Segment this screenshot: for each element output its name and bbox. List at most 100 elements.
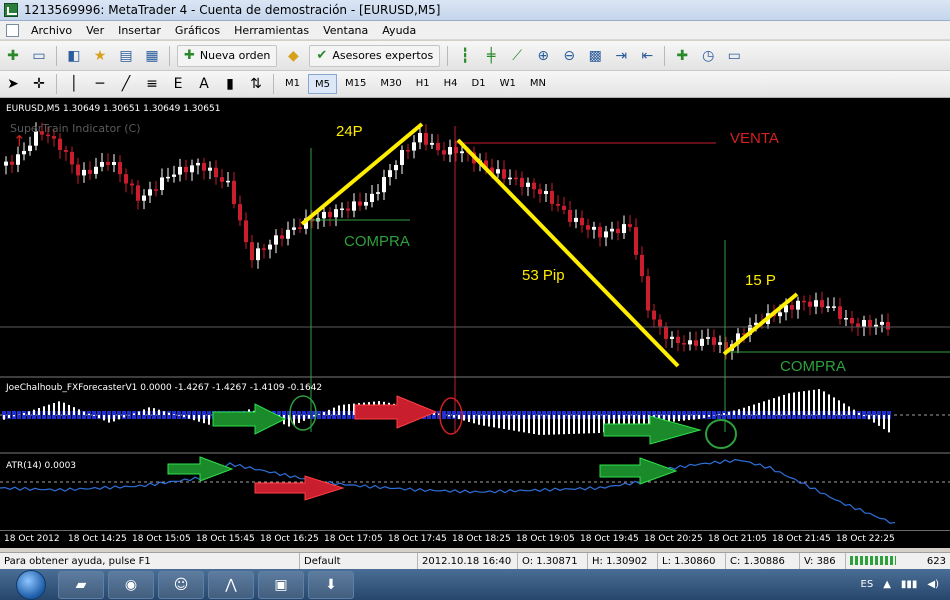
time-label: 18 Oct 17:05 bbox=[324, 534, 383, 544]
candle-body bbox=[334, 209, 338, 218]
timeframe-mn[interactable]: MN bbox=[524, 74, 552, 94]
candle-body bbox=[586, 225, 590, 230]
candle-body bbox=[874, 324, 878, 327]
menu-ventana[interactable]: Ventana bbox=[316, 21, 375, 40]
trendline-icon[interactable]: ╱ bbox=[115, 73, 137, 95]
timeframe-h1[interactable]: H1 bbox=[410, 74, 436, 94]
candle-chart-icon[interactable]: ╪ bbox=[480, 45, 502, 67]
tester-icon[interactable]: ▦ bbox=[141, 45, 163, 67]
chart-shift-icon[interactable]: ⇤ bbox=[636, 45, 658, 67]
market-watch-icon[interactable]: ◧ bbox=[63, 45, 85, 67]
candle-body bbox=[190, 165, 194, 173]
zoom-in-icon[interactable]: ⊕ bbox=[532, 45, 554, 67]
candle-body bbox=[514, 177, 518, 180]
candle-body bbox=[826, 306, 830, 308]
crosshair-icon[interactable]: ✛ bbox=[28, 73, 50, 95]
timeframe-d1[interactable]: D1 bbox=[466, 74, 492, 94]
indicators-icon[interactable]: ✚ bbox=[671, 45, 693, 67]
candle-body bbox=[832, 306, 836, 308]
navigator-icon[interactable]: ★ bbox=[89, 45, 111, 67]
metaeditor-icon[interactable]: ◆ bbox=[282, 45, 304, 67]
annotation-compra-2: COMPRA bbox=[780, 358, 846, 375]
status-low: L: 1.30860 bbox=[658, 552, 726, 570]
start-button[interactable] bbox=[16, 569, 46, 600]
text-icon[interactable]: A bbox=[193, 73, 215, 95]
time-label: 18 Oct 16:25 bbox=[260, 534, 319, 544]
horizontal-line-icon[interactable]: ─ bbox=[89, 73, 111, 95]
timeframe-m15[interactable]: M15 bbox=[339, 74, 372, 94]
menu-ver[interactable]: Ver bbox=[79, 21, 111, 40]
timeframe-w1[interactable]: W1 bbox=[494, 74, 522, 94]
explorer-task-icon[interactable]: ▰ bbox=[58, 570, 104, 599]
menu-ayuda[interactable]: Ayuda bbox=[375, 21, 423, 40]
candle-body bbox=[610, 228, 614, 232]
auto-scroll-icon[interactable]: ⇥ bbox=[610, 45, 632, 67]
new-chart-icon[interactable]: ✚ bbox=[2, 45, 24, 67]
candle-body bbox=[136, 185, 140, 201]
candle-body bbox=[598, 226, 602, 238]
label-icon[interactable]: ▮ bbox=[219, 73, 241, 95]
candle-body bbox=[502, 169, 506, 179]
volume-icon[interactable]: ◀) bbox=[927, 579, 939, 590]
templates-icon[interactable]: ▭ bbox=[723, 45, 745, 67]
document-icon[interactable] bbox=[6, 23, 19, 37]
line-chart-icon[interactable]: ⟋ bbox=[506, 45, 528, 67]
experts-button[interactable]: ✔ Asesores expertos bbox=[309, 44, 441, 67]
annotation-53pip: 53 Pip bbox=[522, 267, 565, 284]
status-profile[interactable]: Default bbox=[300, 552, 418, 570]
annotation-compra-1: COMPRA bbox=[344, 233, 410, 250]
experts-icon: ✔ bbox=[316, 48, 328, 63]
channel-icon[interactable]: ≡ bbox=[141, 73, 163, 95]
timeframe-m1[interactable]: M1 bbox=[279, 74, 306, 94]
price-chart[interactable]: 24P COMPRA VENTA 53 Pip 15 P COMPRA EURU… bbox=[0, 98, 950, 530]
candle-body bbox=[298, 227, 302, 229]
candle-body bbox=[682, 343, 686, 345]
profiles-icon[interactable]: ▭ bbox=[28, 45, 50, 67]
bar-chart-icon[interactable]: ┇ bbox=[454, 45, 476, 67]
timeframe-m5[interactable]: M5 bbox=[308, 74, 337, 94]
cursor-icon[interactable]: ➤ bbox=[2, 73, 24, 95]
candle-body bbox=[694, 340, 698, 346]
timeframe-h4[interactable]: H4 bbox=[438, 74, 464, 94]
new-order-button[interactable]: ✚ Nueva orden bbox=[177, 44, 278, 67]
arrows-icon[interactable]: ⇅ bbox=[245, 73, 267, 95]
timeframe-m30[interactable]: M30 bbox=[374, 74, 407, 94]
annotation-24p: 24P bbox=[336, 123, 363, 140]
chrome-task-icon[interactable]: ◉ bbox=[108, 570, 154, 599]
time-label: 18 Oct 15:45 bbox=[196, 534, 255, 544]
app-task-icon[interactable]: ▣ bbox=[258, 570, 304, 599]
tile-windows-icon[interactable]: ▩ bbox=[584, 45, 606, 67]
tray-arrow-icon[interactable]: ▲ bbox=[883, 579, 891, 590]
candle-body bbox=[142, 195, 146, 201]
candle-body bbox=[520, 177, 524, 187]
menu-herramientas[interactable]: Herramientas bbox=[227, 21, 316, 40]
candle-body bbox=[178, 166, 182, 175]
network-signal-icon[interactable]: ▮▮▮ bbox=[901, 579, 918, 590]
toolbar-separator bbox=[56, 45, 57, 66]
vertical-line-icon[interactable]: │ bbox=[63, 73, 85, 95]
status-open: O: 1.30871 bbox=[518, 552, 588, 570]
menu-archivo[interactable]: Archivo bbox=[24, 21, 79, 40]
status-close: C: 1.30886 bbox=[726, 552, 800, 570]
menu-insertar[interactable]: Insertar bbox=[111, 21, 168, 40]
language-indicator[interactable]: ES bbox=[861, 579, 874, 590]
download-task-icon[interactable]: ⬇ bbox=[308, 570, 354, 599]
candle-body bbox=[52, 136, 56, 139]
candle-body bbox=[202, 162, 206, 171]
candle-body bbox=[640, 254, 644, 277]
candle-body bbox=[658, 319, 662, 327]
users-task-icon[interactable]: ☺ bbox=[158, 570, 204, 599]
fibonacci-icon[interactable]: Ε bbox=[167, 73, 189, 95]
candle-body bbox=[550, 190, 554, 204]
menu-graficos[interactable]: Gráficos bbox=[168, 21, 227, 40]
candle-body bbox=[808, 301, 812, 307]
metatrader-task-icon[interactable]: ⋀ bbox=[208, 570, 254, 599]
terminal-icon[interactable]: ▤ bbox=[115, 45, 137, 67]
candle-body bbox=[358, 201, 362, 206]
atr-label: ATR(14) 0.0003 bbox=[6, 461, 76, 471]
status-help: Para obtener ayuda, pulse F1 bbox=[0, 552, 300, 570]
candle-body bbox=[634, 227, 638, 255]
candle-body bbox=[238, 204, 242, 221]
periods-icon[interactable]: ◷ bbox=[697, 45, 719, 67]
zoom-out-icon[interactable]: ⊖ bbox=[558, 45, 580, 67]
